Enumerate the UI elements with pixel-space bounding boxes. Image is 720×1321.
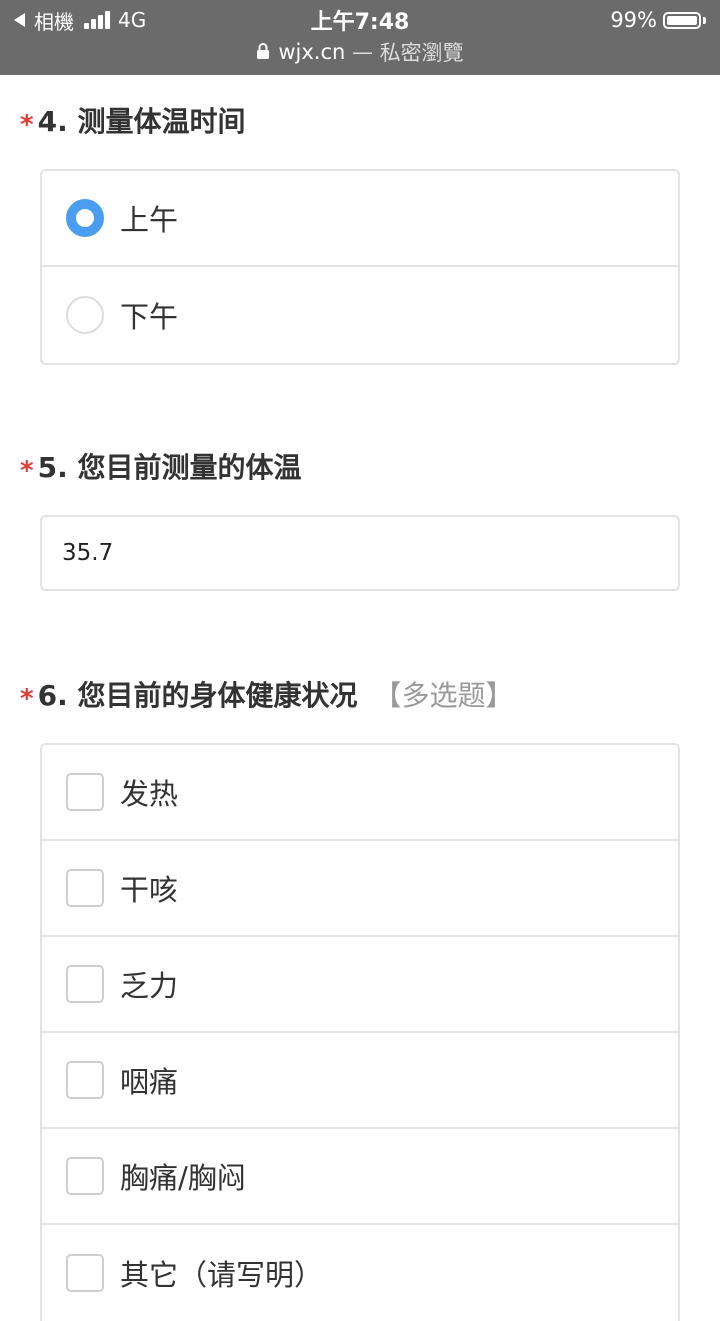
question-4-options: 上午 下午 bbox=[40, 169, 680, 365]
option-label: 咽痛 bbox=[120, 1065, 179, 1099]
url-separator-text: — bbox=[351, 40, 373, 64]
checkbox-icon[interactable] bbox=[66, 1061, 104, 1099]
option-dry-cough[interactable]: 干咳 bbox=[42, 841, 678, 937]
battery-percent: 99% bbox=[610, 8, 657, 32]
status-bar: 相機 4G 上午7:48 99% wjx.cn — 私密瀏覽 bbox=[0, 0, 720, 75]
address-bar[interactable]: wjx.cn — 私密瀏覽 bbox=[0, 37, 720, 67]
battery-status: 99% bbox=[610, 6, 706, 34]
question-4-title: * 4. 测量体温时间 bbox=[20, 100, 246, 140]
checkbox-icon[interactable] bbox=[66, 773, 104, 811]
checkbox-icon[interactable] bbox=[66, 965, 104, 1003]
question-number: 4. bbox=[37, 105, 68, 138]
option-fever[interactable]: 发热 bbox=[42, 745, 678, 841]
option-morning[interactable]: 上午 bbox=[42, 171, 678, 267]
option-sore-throat[interactable]: 咽痛 bbox=[42, 1033, 678, 1129]
required-star: * bbox=[20, 684, 34, 714]
required-star: * bbox=[20, 110, 34, 140]
url-text[interactable]: wjx.cn bbox=[278, 40, 345, 64]
temperature-input[interactable] bbox=[40, 515, 680, 591]
option-label: 发热 bbox=[120, 777, 179, 811]
option-label: 干咳 bbox=[120, 873, 179, 907]
question-5-title: * 5. 您目前测量的体温 bbox=[20, 446, 302, 486]
option-label: 胸痛/胸闷 bbox=[120, 1161, 246, 1195]
question-number: 6. bbox=[37, 679, 68, 712]
checkbox-icon[interactable] bbox=[66, 869, 104, 907]
required-star: * bbox=[20, 456, 34, 486]
option-other[interactable]: 其它（请写明） bbox=[42, 1225, 678, 1321]
option-afternoon[interactable]: 下午 bbox=[42, 267, 678, 363]
question-text: 您目前测量的体温 bbox=[77, 451, 302, 484]
option-chest-pain[interactable]: 胸痛/胸闷 bbox=[42, 1129, 678, 1225]
checkbox-icon[interactable] bbox=[66, 1254, 104, 1292]
option-label: 其它（请写明） bbox=[120, 1258, 324, 1292]
option-label: 下午 bbox=[120, 300, 179, 334]
checkbox-icon[interactable] bbox=[66, 1157, 104, 1195]
question-text: 您目前的身体健康状况 bbox=[77, 679, 358, 712]
question-type-hint: 【多选题】 bbox=[373, 679, 514, 712]
radio-icon[interactable] bbox=[66, 296, 104, 334]
question-number: 5. bbox=[37, 451, 68, 484]
url-separator: — bbox=[345, 40, 379, 64]
option-label: 上午 bbox=[120, 203, 179, 237]
battery-level bbox=[667, 15, 697, 25]
battery-icon bbox=[663, 11, 701, 29]
option-label: 乏力 bbox=[120, 969, 179, 1003]
browse-mode: 私密瀏覽 bbox=[379, 41, 464, 65]
lock-icon bbox=[257, 43, 270, 59]
battery-tip bbox=[703, 16, 706, 24]
question-6-title: * 6. 您目前的身体健康状况 【多选题】 bbox=[20, 674, 514, 714]
question-text: 测量体温时间 bbox=[77, 105, 246, 138]
question-6-options: 发热 干咳 乏力 咽痛 胸痛/胸闷 其它（请写明） bbox=[40, 743, 680, 1321]
option-fatigue[interactable]: 乏力 bbox=[42, 937, 678, 1033]
radio-selected-icon[interactable] bbox=[66, 199, 104, 237]
